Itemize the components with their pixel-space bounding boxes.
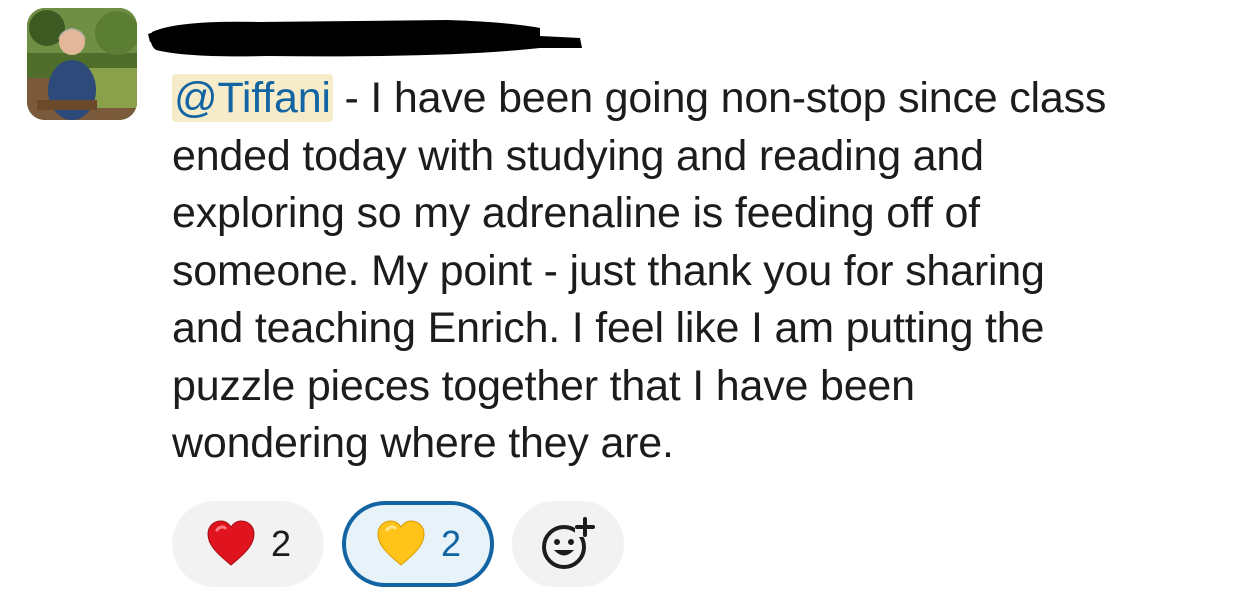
user-mention[interactable]: @Tiffani <box>172 74 333 122</box>
add-reaction-button[interactable] <box>512 501 624 587</box>
message-line: @Tiffani - I have been going non-stop si… <box>172 70 1212 128</box>
reaction-yellow-heart[interactable]: 2 <box>342 501 494 587</box>
yellow-heart-icon <box>377 520 425 566</box>
message-line: wondering where they are. <box>172 419 674 467</box>
reaction-count: 2 <box>270 523 292 564</box>
message-text: @Tiffani - I have been going non-stop si… <box>172 70 1212 473</box>
message-line-text: - I have been going non-stop since class <box>332 74 1107 122</box>
message-line: exploring so my adrenaline is feeding of… <box>172 189 980 237</box>
redacted-username <box>148 14 584 60</box>
message-line: and teaching Enrich. I feel like I am pu… <box>172 304 1045 352</box>
reactions-bar: 2 2 <box>172 500 624 588</box>
redaction-mark <box>148 20 582 57</box>
avatar[interactable] <box>27 8 137 120</box>
reaction-red-heart[interactable]: 2 <box>172 501 324 587</box>
message-line: ended today with studying and reading an… <box>172 131 984 180</box>
message-line: someone. My point - just thank you for s… <box>172 246 1045 295</box>
avatar-photo <box>27 8 137 120</box>
add-emoji-icon <box>542 517 595 569</box>
message-line: puzzle pieces together that I have been <box>172 361 915 410</box>
red-heart-icon <box>207 520 255 566</box>
reaction-count: 2 <box>440 523 462 564</box>
